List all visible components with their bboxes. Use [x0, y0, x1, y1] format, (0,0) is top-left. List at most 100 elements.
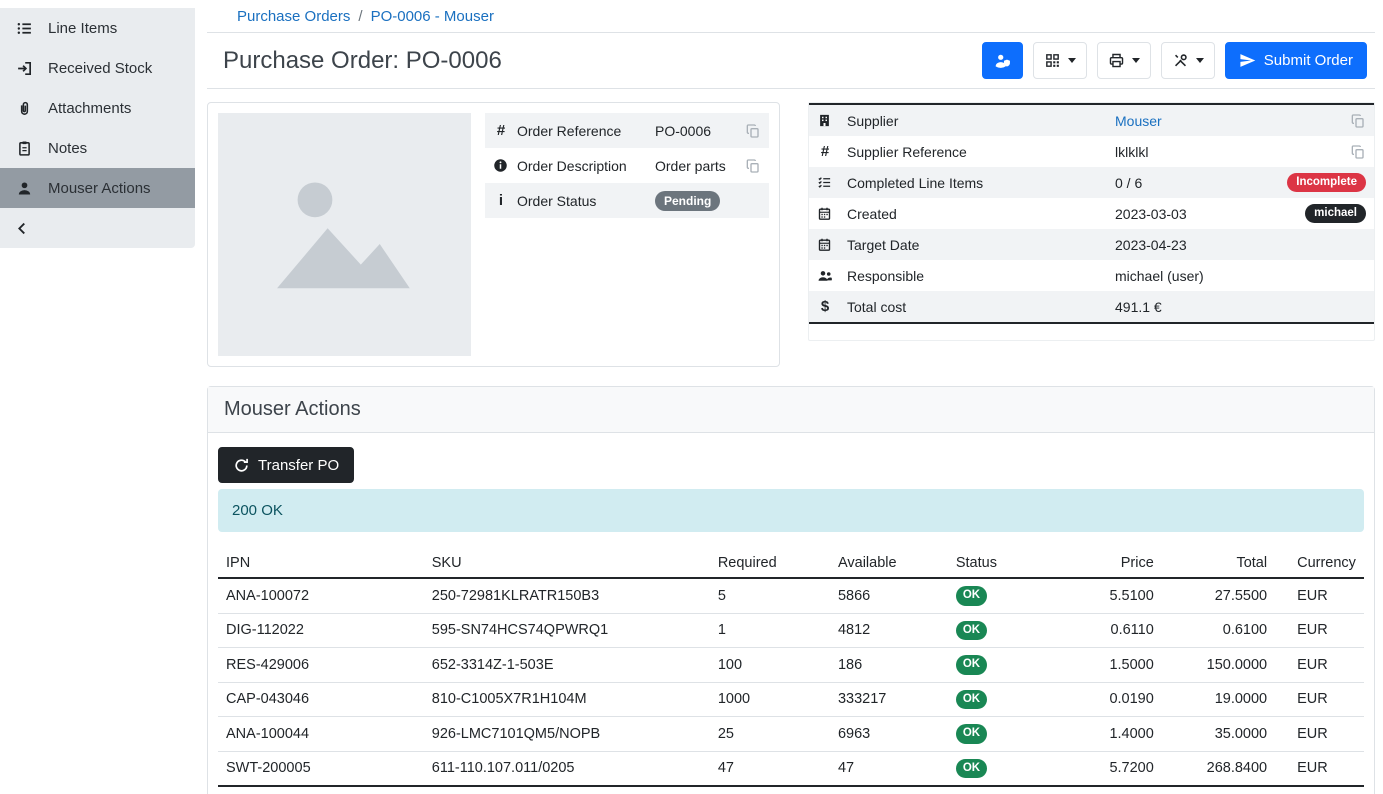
order-image-placeholder[interactable] — [218, 113, 471, 356]
detail-value: michael (user) — [1115, 268, 1366, 284]
sidebar-item-attachments[interactable]: Attachments — [0, 88, 195, 128]
sidebar-item-received-stock[interactable]: Received Stock — [0, 48, 195, 88]
cell-price: 1.5000 — [1052, 648, 1162, 683]
cell-status: OK — [948, 648, 1052, 683]
cell-sku: 926-LMC7101QM5/NOPB — [424, 717, 710, 752]
cell-status: OK — [948, 578, 1052, 613]
cell-status: OK — [948, 682, 1052, 717]
paperclip-icon — [16, 100, 33, 117]
order-details-table: # Order Reference PO-0006 Order Descript… — [485, 113, 769, 218]
page-header: Purchase Order: PO-0006 — [207, 32, 1375, 89]
parts-table-row: ANA-100044 926-LMC7101QM5/NOPB 25 6963 O… — [218, 717, 1364, 752]
parts-table: IPN SKU Required Available Status Price … — [218, 549, 1364, 794]
app-window: Line Items Received Stock Attachments No… — [0, 0, 1383, 794]
mouser-actions-panel: Mouser Actions Transfer PO 200 OK IPN — [207, 386, 1375, 794]
detail-value: 2023-03-03 — [1115, 206, 1305, 222]
col-header-currency: Currency — [1275, 549, 1364, 578]
breadcrumb-link-purchase-orders[interactable]: Purchase Orders — [237, 8, 350, 25]
ok-badge: OK — [956, 586, 987, 606]
total-row-value: 501.0000 — [1162, 786, 1275, 794]
cell-total: 150.0000 — [1162, 648, 1275, 683]
cell-ipn: ANA-100072 — [218, 578, 424, 613]
parts-table-row: DIG-112022 595-SN74HCS74QPWRQ1 1 4812 OK… — [218, 613, 1364, 648]
header-actions: Submit Order — [982, 42, 1367, 79]
admin-user-button[interactable] — [982, 42, 1023, 79]
col-header-available: Available — [830, 549, 948, 578]
order-details-section: # Order Reference PO-0006 Order Descript… — [207, 89, 1375, 383]
cell-price: 1.4000 — [1052, 717, 1162, 752]
image-placeholder-icon — [266, 154, 424, 315]
detail-row-completed-line-items: Completed Line Items 0 / 6 Incomplete — [809, 167, 1374, 198]
cell-currency: EUR — [1275, 751, 1364, 786]
sidebar-item-label: Received Stock — [48, 60, 152, 77]
detail-label: Supplier Reference — [847, 144, 1115, 160]
cell-currency: EUR — [1275, 648, 1364, 683]
sidebar-item-label: Mouser Actions — [48, 180, 151, 197]
detail-value: 2023-04-23 — [1115, 237, 1366, 253]
sidebar-item-label: Line Items — [48, 20, 117, 37]
col-header-ipn: IPN — [218, 549, 424, 578]
copy-icon[interactable] — [1350, 113, 1366, 129]
sidebar-item-mouser-actions[interactable]: Mouser Actions — [0, 168, 195, 208]
detail-row-order-description: Order Description Order parts — [485, 148, 769, 183]
detail-row-responsible: Responsible michael (user) — [809, 260, 1374, 291]
cell-sku: 595-SN74HCS74QPWRQ1 — [424, 613, 710, 648]
cell-required: 47 — [710, 751, 830, 786]
copy-icon[interactable] — [745, 123, 761, 139]
sidebar-item-label: Notes — [48, 140, 87, 157]
info-circle-icon — [493, 158, 517, 173]
detail-row-order-status: i Order Status Pending — [485, 183, 769, 218]
barcode-actions-dropdown[interactable] — [1033, 42, 1087, 79]
cell-price: 0.6110 — [1052, 613, 1162, 648]
detail-value: Pending — [655, 191, 761, 211]
parts-table-row: ANA-100072 250-72981KLRATR150B3 5 5866 O… — [218, 578, 1364, 613]
col-header-required: Required — [710, 549, 830, 578]
submit-order-button[interactable]: Submit Order — [1225, 42, 1367, 79]
copy-icon[interactable] — [745, 158, 761, 174]
main-content: Purchase Orders / PO-0006 - Mouser Purch… — [195, 0, 1383, 794]
detail-label: Supplier — [847, 113, 1115, 129]
copy-icon[interactable] — [1350, 144, 1366, 160]
detail-row-supplier: Supplier Mouser — [809, 105, 1374, 136]
ok-badge: OK — [956, 759, 987, 779]
cell-currency: EUR — [1275, 682, 1364, 717]
sidebar-collapse-button[interactable] — [0, 208, 195, 248]
detail-label: Order Reference — [517, 123, 655, 139]
caret-down-icon — [1132, 58, 1140, 63]
sidebar-item-notes[interactable]: Notes — [0, 128, 195, 168]
cell-sku: 810-C1005X7R1H104M — [424, 682, 710, 717]
col-header-price: Price — [1052, 549, 1162, 578]
cell-total: 268.8400 — [1162, 751, 1275, 786]
cell-ipn: SWT-200005 — [218, 751, 424, 786]
cell-available: 4812 — [830, 613, 948, 648]
info-icon: i — [493, 192, 517, 209]
col-header-sku: SKU — [424, 549, 710, 578]
print-actions-dropdown[interactable] — [1097, 42, 1151, 79]
supplier-link[interactable]: Mouser — [1115, 113, 1162, 129]
detail-value: 491.1 € — [1115, 299, 1366, 315]
cell-required: 25 — [710, 717, 830, 752]
col-header-status: Status — [948, 549, 1052, 578]
chevron-left-icon — [14, 220, 31, 237]
clipboard-icon — [16, 140, 33, 157]
breadcrumb-link-current-order[interactable]: PO-0006 - Mouser — [371, 8, 494, 25]
user-shield-icon — [994, 52, 1011, 69]
order-actions-dropdown[interactable] — [1161, 42, 1215, 79]
cell-available: 6963 — [830, 717, 948, 752]
transfer-po-button[interactable]: Transfer PO — [218, 447, 354, 483]
cell-available: 47 — [830, 751, 948, 786]
cell-available: 186 — [830, 648, 948, 683]
cell-sku: 611-110.107.011/0205 — [424, 751, 710, 786]
sidebar-item-label: Attachments — [48, 100, 131, 117]
cell-required: 100 — [710, 648, 830, 683]
detail-label: Completed Line Items — [847, 175, 1115, 191]
sidebar: Line Items Received Stock Attachments No… — [0, 0, 195, 794]
building-icon — [817, 113, 847, 128]
dollar-icon: $ — [817, 298, 847, 315]
paper-plane-icon — [1239, 52, 1256, 69]
detail-label: Responsible — [847, 268, 1115, 284]
sidebar-item-line-items[interactable]: Line Items — [0, 8, 195, 48]
ok-badge: OK — [956, 724, 987, 744]
cell-total: 19.0000 — [1162, 682, 1275, 717]
parts-table-row: CAP-043046 810-C1005X7R1H104M 1000 33321… — [218, 682, 1364, 717]
